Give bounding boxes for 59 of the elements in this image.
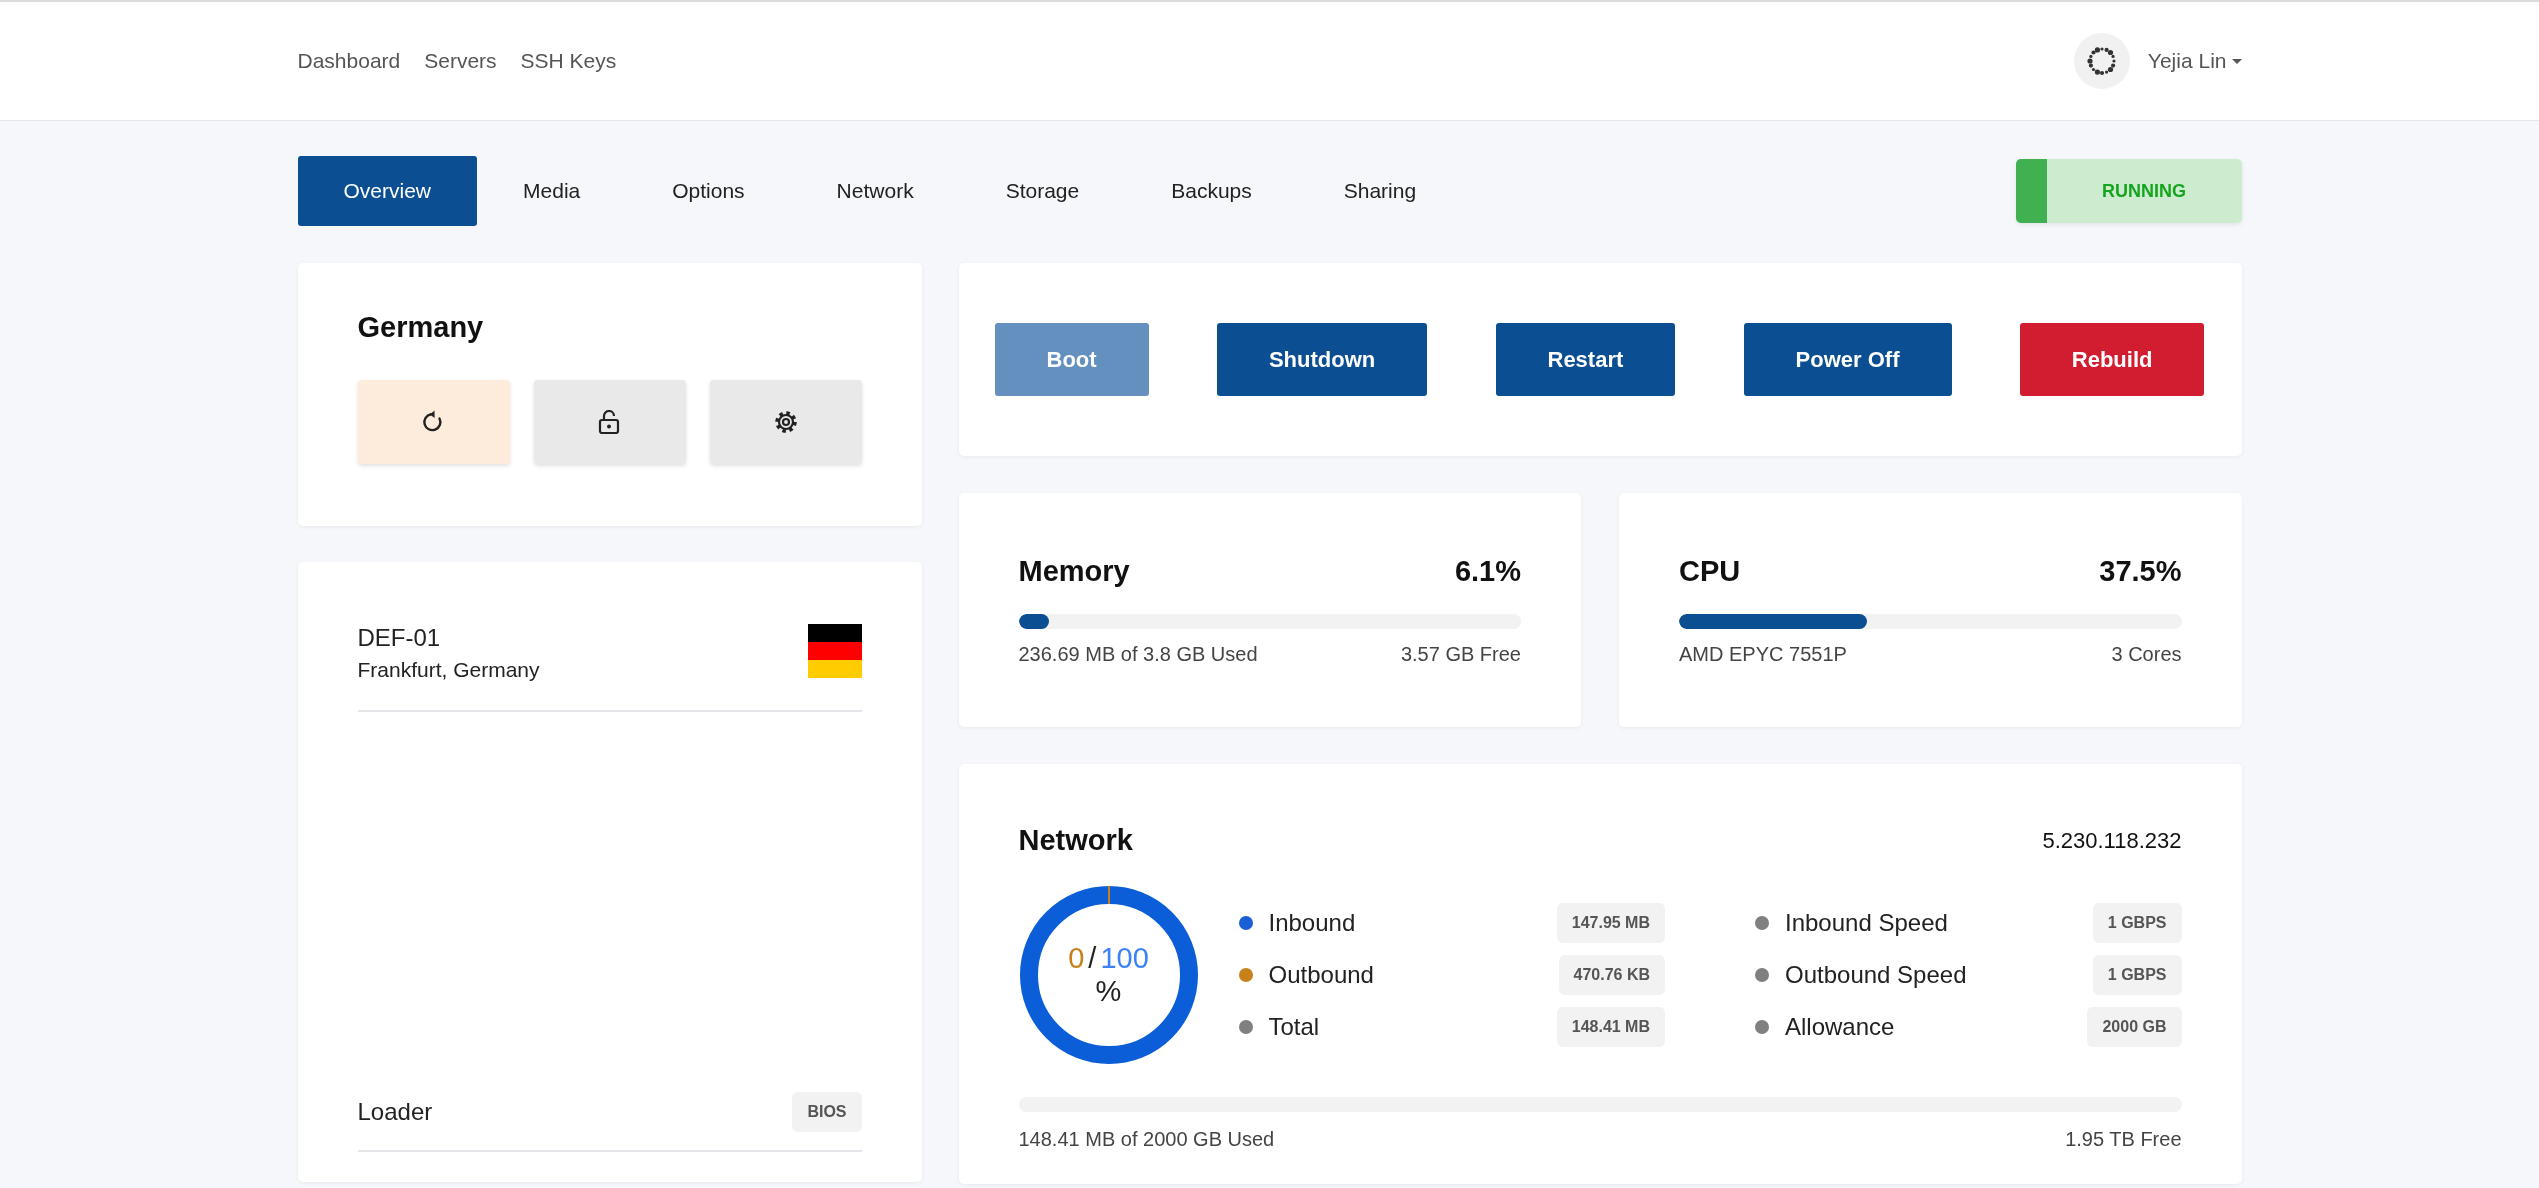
tab[interactable]: Overview <box>297 156 478 226</box>
power-button[interactable]: Rebuild <box>2019 323 2205 396</box>
separator-text: / <box>1088 942 1097 975</box>
value-badge: BIOS <box>792 1092 862 1132</box>
nav-link[interactable]: Servers <box>424 49 497 73</box>
unit-text: % <box>1095 975 1122 1008</box>
value-badge: 1 GBPS <box>2092 903 2182 943</box>
status-dot <box>1755 1020 1769 1034</box>
nav-link[interactable]: SSH Keys <box>520 49 617 73</box>
legend-label: Total <box>1268 1013 1321 1041</box>
legend-label: Outbound <box>1268 961 1375 989</box>
status-dot <box>1755 916 1769 930</box>
power-button[interactable]: Shutdown <box>1216 323 1428 396</box>
status-indicator: RUNNING <box>2015 159 2242 223</box>
row-label: Loader <box>357 1098 433 1126</box>
legend-label: Allowance <box>1785 1013 1896 1041</box>
free-text: 1.95 TB Free <box>2065 1128 2182 1151</box>
value-badge: 148.41 MB <box>1556 1007 1665 1047</box>
tab[interactable]: Sharing <box>1297 156 1463 226</box>
settings-icon <box>773 410 798 434</box>
nav-link[interactable]: Dashboard <box>297 49 401 73</box>
card-title: Germany <box>357 311 485 344</box>
tab[interactable]: Options <box>626 156 791 226</box>
padlock-icon <box>597 410 622 434</box>
power-button[interactable]: Power Off <box>1743 323 1952 396</box>
icon-button[interactable] <box>357 380 510 464</box>
flag-icon <box>807 624 862 678</box>
card-title: CPU <box>1679 555 1741 588</box>
value-badge: 470.76 KB <box>1558 955 1665 995</box>
tab[interactable]: Network <box>790 156 960 226</box>
free-text: 3.57 GB Free <box>1400 643 1521 666</box>
usage-text: 236.69 MB of 3.8 GB Used <box>1018 643 1258 666</box>
tab[interactable]: Media <box>477 156 627 226</box>
server-name: DEF-01 <box>357 624 442 652</box>
user-menu[interactable]: Yejia Lin <box>2147 49 2242 73</box>
value-badge: 2000 GB <box>2087 1007 2182 1047</box>
value-badge: 1 GBPS <box>2092 955 2182 995</box>
legend-label: Outbound Speed <box>1785 961 1968 989</box>
tab[interactable]: Storage <box>959 156 1126 226</box>
legend-label: Inbound <box>1268 909 1357 937</box>
used-value: 0 <box>1068 942 1085 975</box>
value-badge: 147.95 MB <box>1556 903 1665 943</box>
card-title: Network <box>1018 824 1133 857</box>
tab[interactable]: Backups <box>1125 156 1298 226</box>
total-value: 100 <box>1100 942 1149 975</box>
percent-value: 6.1% <box>1454 555 1521 588</box>
free-text: 3 Cores <box>2111 643 2182 666</box>
caret-icon <box>2231 58 2242 64</box>
status-dot <box>1755 968 1769 982</box>
power-button[interactable]: Restart <box>1495 323 1676 396</box>
usage-text: 148.41 MB of 2000 GB Used <box>1018 1128 1275 1151</box>
card-title: Memory <box>1018 555 1130 588</box>
icon-button[interactable] <box>533 380 686 464</box>
icon-button[interactable] <box>709 380 862 464</box>
legend-label: Inbound Speed <box>1785 909 1949 937</box>
ip-address: 5.230.118.232 <box>2042 827 2182 854</box>
usage-text: AMD EPYC 7551P <box>1679 643 1847 666</box>
server-location: Frankfurt, Germany <box>357 658 540 682</box>
percent-value: 37.5% <box>2099 555 2182 588</box>
